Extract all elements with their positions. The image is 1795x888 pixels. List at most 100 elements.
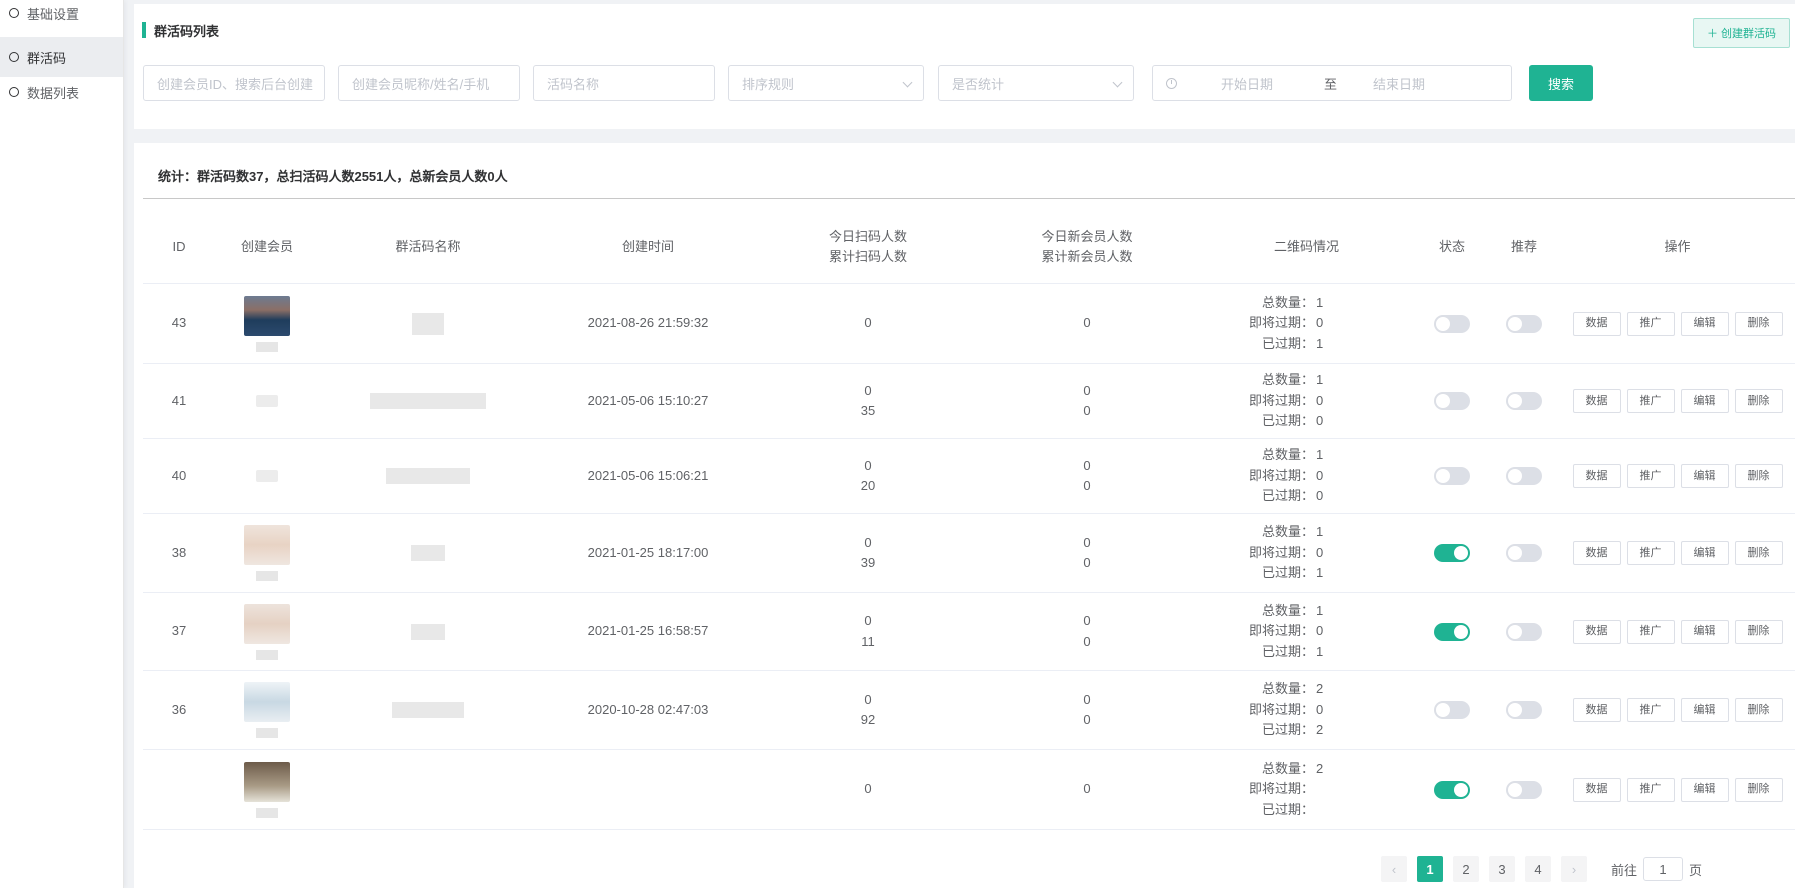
delete-button[interactable]: 删除 — [1734, 311, 1783, 336]
delete-button[interactable]: 删除 — [1734, 389, 1783, 413]
new-today: 0 — [1083, 457, 1091, 473]
scan-today: 0 — [864, 534, 872, 550]
next-page-button[interactable]: › — [1561, 856, 1587, 882]
promote-button[interactable]: 推广 — [1626, 464, 1675, 488]
page-3[interactable]: 3 — [1489, 856, 1515, 882]
data-button[interactable]: 数据 — [1572, 389, 1621, 413]
data-button[interactable]: 数据 — [1572, 464, 1621, 488]
scan-today: 0 — [864, 457, 872, 473]
data-button[interactable]: 数据 — [1572, 619, 1621, 644]
member-id-input[interactable]: 创建会员ID、搜索后台创建 — [143, 65, 325, 101]
data-button[interactable]: 数据 — [1572, 777, 1621, 802]
col-created: 创建时间 — [621, 238, 674, 254]
stat-select[interactable]: 是否统计 — [938, 65, 1134, 101]
date-range-picker[interactable]: 开始日期 至 结束日期 — [1152, 65, 1512, 101]
chevron-down-icon — [1112, 77, 1123, 88]
status-toggle[interactable] — [1434, 467, 1470, 485]
blurred-code-name — [411, 545, 445, 561]
cell-created: 2020-10-28 02:47:03 — [587, 701, 709, 717]
end-date-input[interactable]: 结束日期 — [1373, 74, 1425, 93]
sort-select-value: 排序规则 — [742, 76, 795, 92]
cell-status — [1416, 284, 1488, 363]
page-2[interactable]: 2 — [1453, 856, 1479, 882]
data-button[interactable]: 数据 — [1572, 541, 1621, 565]
code-name-input[interactable]: 活码名称 — [533, 65, 715, 101]
title-marker — [142, 22, 146, 38]
qr-expiring: 即将过期： 0 — [1248, 467, 1324, 483]
status-toggle[interactable] — [1434, 780, 1470, 799]
recommend-toggle[interactable] — [1506, 622, 1542, 641]
circle-icon — [9, 87, 19, 97]
status-toggle[interactable] — [1434, 622, 1470, 641]
page-4[interactable]: 4 — [1525, 856, 1551, 882]
edit-button[interactable]: 编辑 — [1680, 698, 1729, 722]
recommend-toggle[interactable] — [1506, 544, 1542, 562]
goto-page-input[interactable]: 1 — [1643, 857, 1684, 881]
qr-expired: 已过期： 2 — [1261, 722, 1324, 738]
promote-button[interactable]: 推广 — [1626, 541, 1675, 565]
cell-member — [215, 439, 319, 513]
recommend-toggle[interactable] — [1506, 467, 1542, 485]
promote-button[interactable]: 推广 — [1626, 619, 1675, 644]
edit-button[interactable]: 编辑 — [1680, 389, 1729, 413]
scan-total: 35 — [860, 403, 876, 418]
sidebar-item-group-codes[interactable]: 群活码 — [0, 37, 123, 77]
table-panel: 统计：群活码数37，总扫活码人数2551人，总新会员人数0人 ID 创建会员 群… — [134, 143, 1795, 888]
delete-button[interactable]: 删除 — [1734, 698, 1783, 722]
recommend-toggle[interactable] — [1506, 780, 1542, 799]
cell-recommend — [1488, 750, 1560, 829]
avatar — [244, 761, 290, 802]
cell-actions: 数据 推广 编辑 删除 — [1560, 439, 1795, 513]
cell-name — [319, 593, 537, 670]
qr-total: 总数量： 1 — [1261, 447, 1324, 463]
status-toggle[interactable] — [1434, 392, 1470, 410]
scan-total: 92 — [860, 712, 876, 727]
qr-expiring: 即将过期： 0 — [1248, 315, 1324, 331]
promote-button[interactable]: 推广 — [1626, 698, 1675, 722]
promote-button[interactable]: 推广 — [1626, 389, 1675, 413]
search-button[interactable]: 搜索 — [1529, 65, 1593, 101]
cell-id — [143, 750, 215, 829]
edit-button[interactable]: 编辑 — [1680, 464, 1729, 488]
qr-expired: 已过期： — [1261, 801, 1314, 817]
delete-button[interactable]: 删除 — [1734, 464, 1783, 488]
edit-button[interactable]: 编辑 — [1680, 777, 1729, 802]
goto-page: 前往 1 页 — [1611, 857, 1702, 881]
recommend-toggle[interactable] — [1506, 392, 1542, 410]
recommend-toggle[interactable] — [1506, 701, 1542, 719]
edit-button[interactable]: 编辑 — [1680, 311, 1729, 336]
goto-suffix: 页 — [1689, 862, 1703, 878]
member-name-input[interactable]: 创建会员昵称/姓名/手机 — [338, 65, 520, 101]
data-button[interactable]: 数据 — [1572, 698, 1621, 722]
prev-page-button[interactable]: ‹ — [1381, 856, 1407, 882]
recommend-toggle[interactable] — [1506, 314, 1542, 333]
sidebar-item-label: 基础设置 — [27, 6, 80, 22]
delete-button[interactable]: 删除 — [1734, 777, 1783, 802]
delete-button[interactable]: 删除 — [1734, 619, 1783, 644]
cell-recommend — [1488, 514, 1560, 592]
status-toggle[interactable] — [1434, 314, 1470, 333]
edit-button[interactable]: 编辑 — [1680, 541, 1729, 565]
delete-button[interactable]: 删除 — [1734, 541, 1783, 565]
edit-button[interactable]: 编辑 — [1680, 619, 1729, 644]
create-group-code-button[interactable]: ＋ 创建群活码 — [1693, 18, 1790, 48]
cell-status — [1416, 514, 1488, 592]
sidebar-item-data-list[interactable]: 数据列表 — [0, 72, 123, 112]
sort-select[interactable]: 排序规则 — [728, 65, 924, 101]
sidebar-item-basic-settings[interactable]: 基础设置 — [0, 0, 123, 26]
scan-today: 0 — [864, 781, 872, 797]
new-total: 0 — [1083, 478, 1091, 493]
data-button[interactable]: 数据 — [1572, 311, 1621, 336]
cell-member — [215, 284, 319, 363]
cell-scan: 0 20 — [759, 439, 977, 513]
cell-actions: 数据 推广 编辑 删除 — [1560, 364, 1795, 438]
cell-new-members: 0 0 — [977, 439, 1197, 513]
page-1[interactable]: 1 — [1417, 856, 1443, 882]
promote-button[interactable]: 推广 — [1626, 311, 1675, 336]
promote-button[interactable]: 推广 — [1626, 777, 1675, 802]
new-total: 0 — [1083, 555, 1091, 570]
blurred-member-name — [256, 571, 278, 581]
start-date-input[interactable]: 开始日期 — [1221, 74, 1273, 93]
status-toggle[interactable] — [1434, 701, 1470, 719]
status-toggle[interactable] — [1434, 544, 1470, 562]
